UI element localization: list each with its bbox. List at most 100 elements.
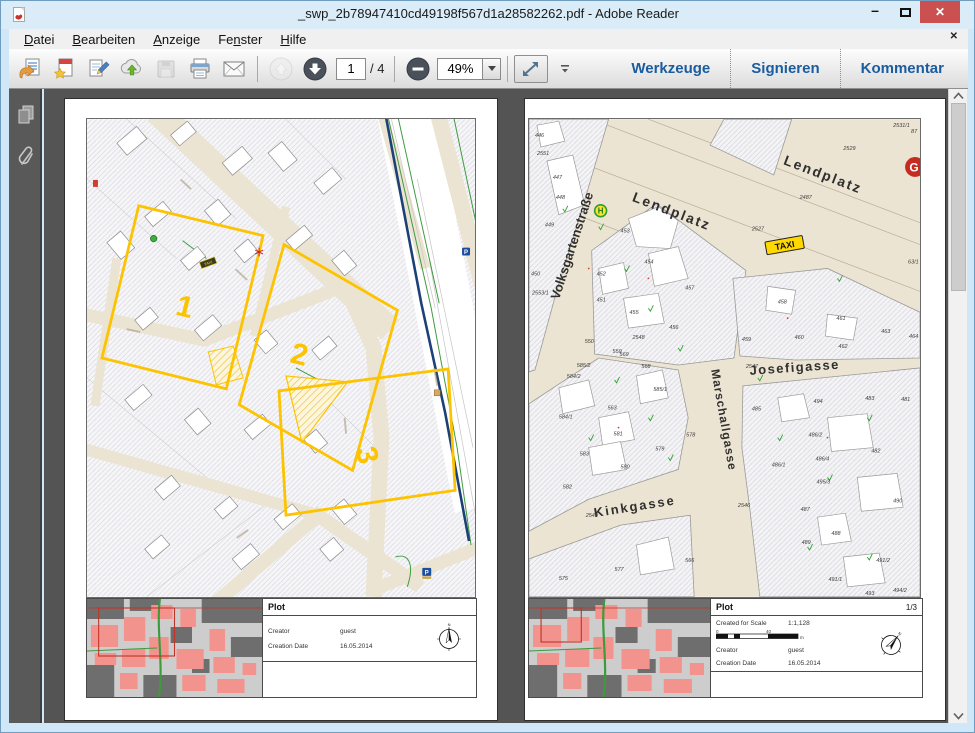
page2-titleblock: Plot 1/3 Created for Scale1:1,128 0 40 m… [710,598,923,698]
parcel-number-label: 462 [838,344,847,350]
next-page-button[interactable] [298,54,332,84]
sign-button[interactable] [81,54,115,84]
parcel-number-label: 585/1 [653,387,667,393]
maximize-icon [900,8,911,17]
cloud-upload-button[interactable] [115,54,149,84]
create-pdf-button[interactable] [47,54,81,84]
kommentar-button[interactable]: Kommentar [840,49,964,88]
menu-anzeige[interactable]: Anzeige [144,32,209,47]
parcel-number-label: 447 [553,175,563,181]
parcel-number-label: 2551 [536,151,549,157]
scroll-up-icon[interactable] [953,92,964,100]
menu-hilfe[interactable]: Hilfe [271,32,315,47]
signieren-button[interactable]: Signieren [730,49,839,88]
previous-page-button[interactable] [264,54,298,84]
open-icon [17,57,43,81]
menu-datei[interactable]: Datei [15,32,63,47]
toolbar-separator [507,56,508,82]
field-value: 16.05.2014 [788,660,821,667]
parcel-number-label: 453 [621,229,630,235]
toolbar-separator [257,56,258,82]
minimize-button[interactable]: – [860,1,890,23]
email-button[interactable] [217,54,251,84]
toolbar-right-group: Werkzeuge Signieren Kommentar [611,49,964,88]
page2-map: VolksgartenstraßeLendplatzLendplatzJosef… [528,118,921,598]
parcel-number-label: 494/2 [893,588,907,594]
page-total-label: / 4 [370,61,384,76]
parcel-number-label: 452 [597,271,606,277]
vertical-scrollbar[interactable] [948,89,967,723]
print-icon [187,57,213,81]
parcel-number-label: 486/1 [772,462,786,468]
parcel-number-label: 463 [881,329,890,335]
save-button[interactable] [149,54,183,84]
zoom-value[interactable]: 49% [437,58,483,80]
page-number-input[interactable] [336,58,366,80]
field-value: guest [788,647,804,654]
window-title: _swp_2b78947410cd49198f567d1a28582262.pd… [1,1,975,27]
svg-text:G: G [909,160,918,174]
minus-circle-icon [405,56,431,82]
field-value: guest [340,628,356,635]
red-marker-icon [93,180,98,187]
parcel-number-label: 456 [669,325,679,331]
document-area[interactable]: 123 TAXI P P [44,89,948,723]
parcel-number-label: 461 [836,316,845,322]
svg-text:40: 40 [766,629,772,634]
parcel-number-label: 63/1 [908,259,919,265]
parcel-number-label: 481 [901,397,910,403]
pages-icon [16,104,36,126]
parcel-number-label: 460 [795,335,804,341]
compass-rose-icon: N [874,628,908,662]
parcel-number-label: 87 [911,129,918,135]
maximize-button[interactable] [890,1,920,23]
parcel-number-label: 563 [608,406,617,412]
scroll-down-icon[interactable] [953,712,964,720]
svg-text:N: N [448,622,451,627]
parcel-number-label: 569 [620,352,629,358]
parcel-number-label: 2487 [799,195,813,201]
parcel-number-label: 487 [801,507,811,513]
titleblock-title: Plot [716,599,733,615]
arrow-down-icon [302,56,328,82]
page-indicator: 1/3 [906,599,917,615]
create-pdf-icon [52,57,76,81]
field-value: 16.05.2014 [340,643,373,650]
fit-window-button[interactable] [514,55,548,83]
parcel-number-label: 485 [752,407,762,413]
werkzeuge-button[interactable]: Werkzeuge [611,49,730,88]
field-value: 1:1,128 [788,620,810,627]
attachments-button[interactable] [9,137,42,173]
parcel-number-label: 490 [893,498,902,504]
page-thumbnails-button[interactable] [9,97,42,133]
parcel-number-label: 483 [865,396,874,402]
sign-icon [86,57,110,81]
print-button[interactable] [183,54,217,84]
menubar-close-icon[interactable]: ✕ [950,31,958,42]
menu-bearbeiten[interactable]: Bearbeiten [63,32,144,47]
menu-fenster[interactable]: Fenster [209,32,271,47]
zoom-dropdown-button[interactable] [483,58,501,80]
resize-arrows-icon [521,60,541,78]
overflow-menu-icon [559,63,571,75]
scale-bar: 0 40 m [716,629,811,641]
parcel-number-label: 580 [621,464,630,470]
parcel-number-label: 464 [909,334,918,340]
parcel-number-label: 488 [831,531,841,537]
svg-text:P: P [464,250,468,256]
open-button[interactable] [13,54,47,84]
parcel-number-label: 2546 [737,503,751,509]
close-button[interactable]: ✕ [920,1,960,23]
parcel-number-label: 491/2 [876,558,890,564]
toolbar-overflow-button[interactable] [548,54,582,84]
parcel-number-label: 581 [614,432,623,438]
chevron-down-icon [488,66,496,71]
parcel-number-label: 458 [778,299,788,305]
page1-map: 123 TAXI P P [86,118,476,598]
pdf-page-1: 123 TAXI P P [64,98,498,721]
parcel-number-label: 2553/1 [531,290,549,296]
scrollbar-thumb[interactable] [951,103,966,291]
park-and-ride-sign: P [422,568,431,579]
zoom-out-button[interactable] [401,54,435,84]
save-icon [155,58,177,80]
